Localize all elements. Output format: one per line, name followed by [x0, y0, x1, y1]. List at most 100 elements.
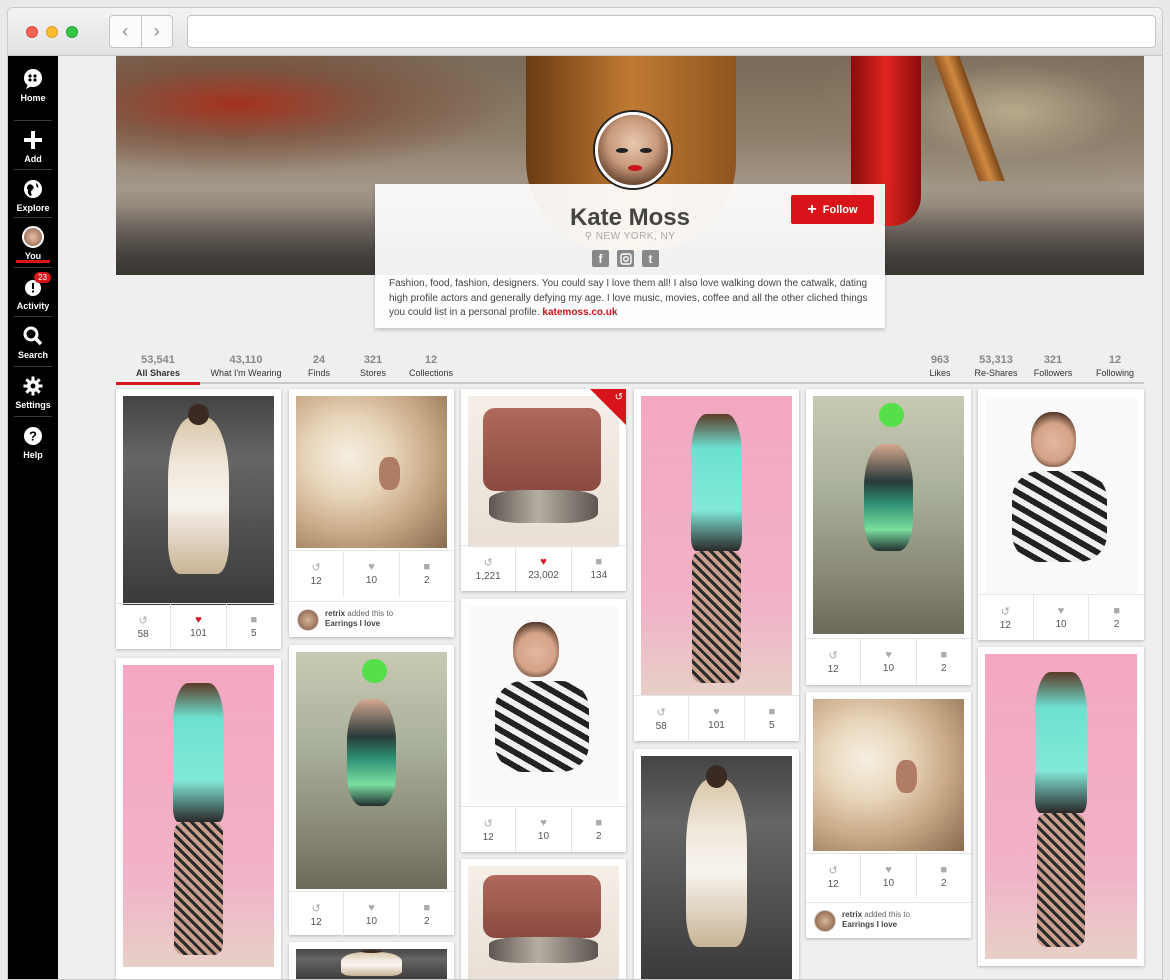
comment-button[interactable]: ■ 2	[398, 551, 454, 596]
pin-card[interactable]	[978, 647, 1144, 966]
pin-card[interactable]: ↺ 12 ♥ 10 ■ 2	[978, 389, 1144, 640]
sidebar-label-add: Add	[24, 154, 42, 164]
pin-image[interactable]	[123, 396, 274, 605]
follow-button[interactable]: + Follow	[791, 195, 874, 224]
heart-icon: ♥	[195, 614, 202, 626]
pin-image[interactable]	[641, 756, 792, 979]
added-to-board[interactable]: retrix added this to Earrings I love	[806, 902, 971, 938]
added-to-board[interactable]: retrix added this to Earrings I love	[289, 601, 454, 637]
pin-image[interactable]	[296, 396, 447, 548]
reshare-button[interactable]: ↺ 1,221	[461, 546, 515, 591]
sidebar-item-search[interactable]: Search	[8, 319, 58, 367]
reshare-icon: ↺	[311, 561, 321, 574]
reshare-button[interactable]: ↺ 12	[461, 807, 515, 852]
sidebar-label-settings: Settings	[15, 400, 51, 410]
pin-image[interactable]	[813, 396, 964, 634]
sidebar-item-explore[interactable]: Explore	[8, 172, 58, 220]
comment-button[interactable]: ■ 2	[915, 639, 971, 684]
reshare-button[interactable]: ↺ 12	[289, 892, 343, 937]
pin-card[interactable]: ↺ 12 ♥ 10 ■ 2	[461, 599, 626, 852]
close-window-button[interactable]	[26, 26, 38, 38]
comment-count: 2	[424, 916, 430, 927]
comment-button[interactable]: ■ 2	[398, 892, 454, 937]
pin-image[interactable]	[468, 866, 619, 979]
forward-button[interactable]: ›	[142, 16, 173, 47]
pin-image[interactable]	[641, 396, 792, 695]
like-button[interactable]: ♥ 10	[860, 639, 915, 684]
tab-stores[interactable]: 321 Stores	[356, 354, 390, 378]
pin-card[interactable]: ↺ 12 ♥ 10 ■ 2	[289, 645, 454, 937]
reshare-button[interactable]: ↺ 12	[289, 551, 343, 596]
comment-button[interactable]: ■ 2	[915, 854, 971, 899]
sidebar-item-activity[interactable]: 23 Activity	[8, 270, 58, 318]
pin-card[interactable]: ↺ 58 ♥ 101 ■ 5	[116, 389, 281, 649]
pin-image[interactable]	[468, 606, 619, 804]
back-button[interactable]: ‹	[110, 16, 142, 47]
like-button[interactable]: ♥ 10	[343, 892, 398, 937]
active-indicator	[16, 260, 50, 263]
tab-following[interactable]: 12 Following	[1094, 354, 1136, 378]
reshare-button[interactable]: ↺ 12	[978, 595, 1033, 640]
pin-image[interactable]	[296, 949, 447, 979]
heart-icon: ♥	[368, 902, 375, 914]
main-content: Kate Moss ⚲ NEW YORK, NY f t Fashion, fo…	[58, 56, 1162, 979]
board-name[interactable]: Earrings I love	[842, 920, 897, 929]
sidebar-divider	[14, 217, 52, 218]
sidebar-item-you[interactable]: You	[8, 220, 58, 268]
pin-card[interactable]: ↺ 58 ♥ 101 ■ 5	[634, 389, 799, 741]
comment-button[interactable]: ■ 5	[225, 604, 281, 649]
comment-count: 2	[941, 663, 947, 674]
tab-collections[interactable]: 12 Collections	[407, 354, 455, 378]
reshare-button[interactable]: ↺ 58	[116, 604, 170, 649]
help-icon: ?	[22, 425, 44, 447]
tumblr-icon[interactable]: t	[642, 250, 659, 267]
tab-all-shares[interactable]: 53,541 All Shares	[134, 354, 182, 378]
pin-card[interactable]	[116, 658, 281, 979]
like-button[interactable]: ♥ 10	[860, 854, 915, 899]
url-bar[interactable]	[187, 15, 1156, 48]
comment-count: 2	[1113, 619, 1120, 630]
like-button[interactable]: ♥ 23,002	[515, 546, 570, 591]
added-user[interactable]: retrix	[325, 609, 345, 618]
pin-card[interactable]: ↺ 12 ♥ 10 ■ 2 retrix added this to Earrings …	[289, 389, 454, 637]
pin-card[interactable]: ↺ 12 ♥ 10 ■ 2	[806, 389, 971, 685]
reshare-button[interactable]: ↺ 12	[806, 639, 860, 684]
tab-likes[interactable]: 963 Likes	[926, 354, 954, 378]
comment-button[interactable]: ■ 2	[570, 807, 626, 852]
pin-image[interactable]	[985, 654, 1137, 959]
minimize-window-button[interactable]	[46, 26, 58, 38]
like-button[interactable]: ♥ 101	[688, 696, 743, 741]
tab-followers[interactable]: 321 Followers	[1031, 354, 1075, 378]
comment-button[interactable]: ■ 134	[570, 546, 626, 591]
pin-card[interactable]: ↺ ↺ 1,221 ♥ 23,002 ■ 134	[461, 389, 626, 591]
sidebar-item-help[interactable]: ? Help	[8, 419, 58, 467]
comment-button[interactable]: ■ 5	[743, 696, 799, 741]
like-button[interactable]: ♥ 10	[343, 551, 398, 596]
pin-card[interactable]	[289, 942, 454, 979]
board-name[interactable]: Earrings I love	[325, 619, 380, 628]
tab-what-im-wearing[interactable]: 43,110 What I'm Wearing	[209, 354, 283, 378]
pin-card[interactable]	[461, 859, 626, 979]
instagram-icon[interactable]	[617, 250, 634, 267]
pin-card[interactable]	[634, 749, 799, 979]
zoom-window-button[interactable]	[66, 26, 78, 38]
sidebar-item-add[interactable]: Add	[8, 123, 58, 171]
pin-image[interactable]	[123, 665, 274, 967]
tab-re-shares[interactable]: 53,313 Re-Shares	[973, 354, 1019, 378]
pin-card[interactable]: ↺ 12 ♥ 10 ■ 2 retrix added this to Earrings …	[806, 692, 971, 938]
like-button[interactable]: ♥ 101	[170, 604, 225, 649]
sidebar-item-home[interactable]: Home	[8, 62, 58, 110]
like-button[interactable]: ♥ 10	[515, 807, 570, 852]
profile-website-link[interactable]: katemoss.co.uk	[542, 307, 617, 318]
facebook-icon[interactable]: f	[592, 250, 609, 267]
sidebar-item-settings[interactable]: Settings	[8, 369, 58, 417]
like-button[interactable]: ♥ 10	[1032, 595, 1089, 640]
pin-image[interactable]	[813, 699, 964, 851]
comment-button[interactable]: ■ 2	[1088, 595, 1144, 640]
tab-finds[interactable]: 24 Finds	[304, 354, 334, 378]
pin-image[interactable]	[985, 396, 1137, 594]
reshare-button[interactable]: ↺ 12	[806, 854, 860, 899]
pin-image[interactable]	[296, 652, 447, 889]
reshare-button[interactable]: ↺ 58	[634, 696, 688, 741]
added-user[interactable]: retrix	[842, 910, 862, 919]
